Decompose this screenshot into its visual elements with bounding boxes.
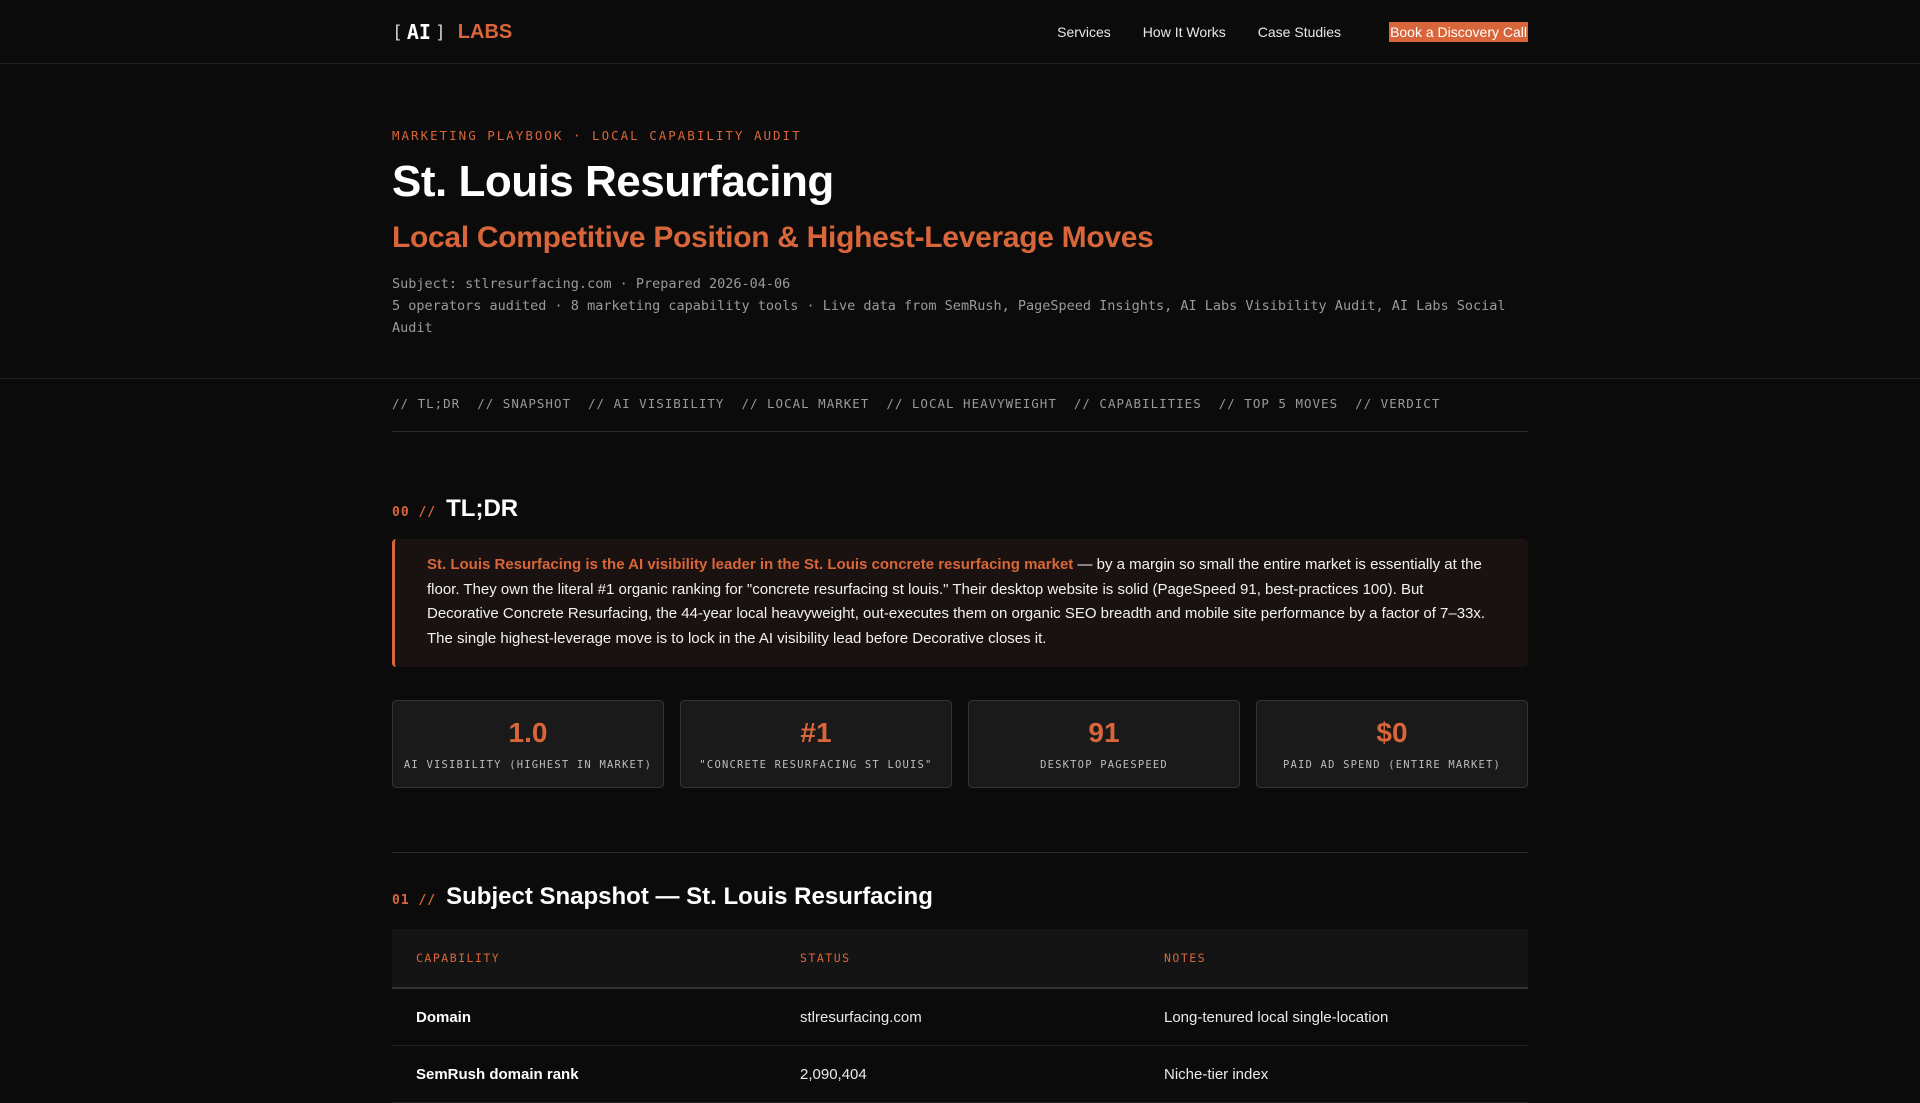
table-row: SemRush domain rank 2,090,404 Niche-tier… <box>392 1046 1528 1103</box>
top-nav: [ AI ] LABS Services How It Works Case S… <box>0 0 1920 64</box>
stat-card: 1.0 AI VISIBILITY (HIGHEST IN MARKET) <box>392 700 664 788</box>
stat-label: DESKTOP PAGESPEED <box>1040 759 1168 771</box>
nav-link-services[interactable]: Services <box>1057 24 1111 40</box>
column-header-capability: CAPABILITY <box>416 951 501 965</box>
section-link-verdict[interactable]: // VERDICT <box>1355 396 1440 411</box>
nav-link-case-studies[interactable]: Case Studies <box>1258 24 1341 40</box>
section-link-ai-visibility[interactable]: // AI VISIBILITY <box>588 396 724 411</box>
table-cell: Domain <box>416 1008 472 1026</box>
section-number: 01 // <box>392 893 437 908</box>
hero: MARKETING PLAYBOOK · LOCAL CAPABILITY AU… <box>392 128 1528 339</box>
divider <box>392 852 1528 853</box>
stat-card: 91 DESKTOP PAGESPEED <box>968 700 1240 788</box>
divider <box>392 431 1528 432</box>
stat-card: #1 "CONCRETE RESURFACING ST LOUIS" <box>680 700 952 788</box>
meta-line-subject: Subject: stlresurfacing.com · Prepared 2… <box>392 276 791 292</box>
eyebrow: MARKETING PLAYBOOK · LOCAL CAPABILITY AU… <box>392 128 802 143</box>
stat-card: $0 PAID AD SPEND (ENTIRE MARKET) <box>1256 700 1528 788</box>
section-number: 00 // <box>392 505 437 520</box>
section-link-local-heavyweight[interactable]: // LOCAL HEAVYWEIGHT <box>886 396 1057 411</box>
table-header: CAPABILITY STATUS NOTES <box>392 929 1528 989</box>
table-cell: Long-tenured local single-location <box>1164 1008 1389 1026</box>
table-cell: stlresurfacing.com <box>800 1008 922 1026</box>
column-header-status: STATUS <box>800 951 851 965</box>
nav-link-how-it-works[interactable]: How It Works <box>1143 24 1226 40</box>
book-discovery-call-button[interactable]: Book a Discovery Call <box>1389 22 1528 42</box>
section-link-tldr[interactable]: // TL;DR <box>392 396 460 411</box>
logo-bracket-open: [ <box>392 21 403 43</box>
snapshot-heading: 01 // Subject Snapshot — St. Louis Resur… <box>392 883 933 911</box>
meta-line-sources: 5 operators audited · 8 marketing capabi… <box>392 298 1506 336</box>
stat-value: $0 <box>1376 717 1408 748</box>
section-link-snapshot[interactable]: // SNAPSHOT <box>477 396 571 411</box>
section-title: Subject Snapshot — St. Louis Resurfacing <box>446 883 933 910</box>
nav-links: Services How It Works Case Studies Book … <box>1025 22 1528 42</box>
section-link-capabilities[interactable]: // CAPABILITIES <box>1074 396 1202 411</box>
snapshot-table: CAPABILITY STATUS NOTES Domain stlresurf… <box>392 929 1528 1103</box>
stat-value: 1.0 <box>508 717 548 748</box>
stat-value: #1 <box>800 717 832 748</box>
table-row: Domain stlresurfacing.com Long-tenured l… <box>392 989 1528 1046</box>
section-title: TL;DR <box>446 495 519 522</box>
logo-ai: AI <box>406 20 431 44</box>
logo-bracket-close: ] <box>434 21 446 43</box>
divider <box>0 378 1920 379</box>
logo-labs: LABS <box>457 20 513 43</box>
stat-label: PAID AD SPEND (ENTIRE MARKET) <box>1282 759 1502 771</box>
section-link-top-5-moves[interactable]: // TOP 5 MOVES <box>1219 396 1338 411</box>
column-header-notes: NOTES <box>1164 951 1207 965</box>
stat-label: AI VISIBILITY (HIGHEST IN MARKET) <box>403 759 653 771</box>
section-nav: // TL;DR // SNAPSHOT // AI VISIBILITY //… <box>392 396 1528 411</box>
meta-info: Subject: stlresurfacing.com · Prepared 2… <box>392 273 1528 339</box>
section-link-local-market[interactable]: // LOCAL MARKET <box>741 396 869 411</box>
tldr-highlight: St. Louis Resurfacing is the AI visibili… <box>427 556 1074 573</box>
tldr-callout: St. Louis Resurfacing is the AI visibili… <box>392 539 1528 667</box>
stat-value: 91 <box>1088 717 1120 748</box>
stat-label: "CONCRETE RESURFACING ST LOUIS" <box>699 759 933 771</box>
stat-cards: 1.0 AI VISIBILITY (HIGHEST IN MARKET) #1… <box>392 700 1528 788</box>
page-subtitle: Local Competitive Position & Highest-Lev… <box>392 221 1154 254</box>
brand-logo[interactable]: [ AI ] LABS <box>392 20 512 44</box>
tldr-heading: 00 // TL;DR <box>392 495 518 523</box>
page-title: St. Louis Resurfacing <box>392 157 834 206</box>
